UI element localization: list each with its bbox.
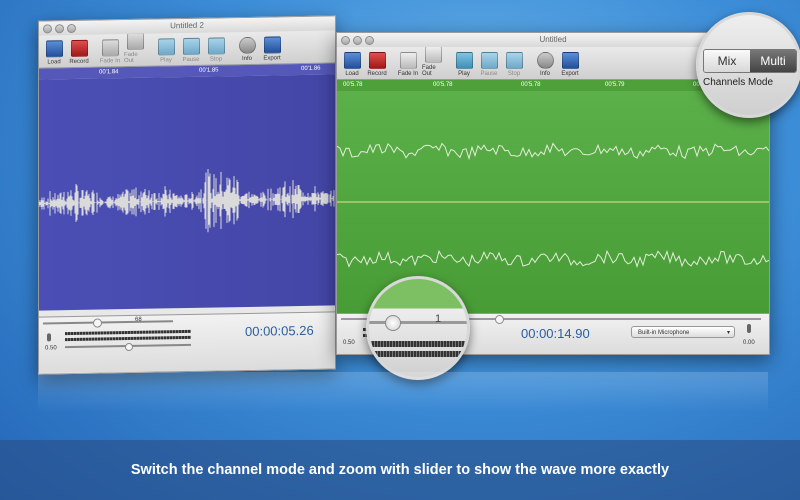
window-title: Untitled 2 <box>170 20 204 31</box>
export-icon <box>263 36 281 54</box>
export-icon <box>561 52 579 69</box>
stop-icon <box>207 37 225 55</box>
caption-text: Switch the channel mode and zoom with sl… <box>130 462 670 478</box>
zoom-slider-magnifier: 1 <box>366 276 470 380</box>
load-button[interactable]: Load <box>43 40 65 67</box>
load-button[interactable]: Load <box>341 52 363 79</box>
window-reflection <box>38 372 768 412</box>
play-icon <box>157 38 175 56</box>
ruler-tick: 00'5.78 <box>433 82 453 88</box>
zoom-slider[interactable] <box>43 320 173 325</box>
time-display: 00:00:05.26 <box>245 322 314 339</box>
fade-in-button[interactable]: Fade In <box>99 39 121 66</box>
stop-button[interactable]: Stop <box>205 37 227 64</box>
magnified-slider-value: 1 <box>435 313 442 325</box>
waveform-icon <box>45 40 63 58</box>
waveform-view[interactable] <box>39 74 335 311</box>
fade-in-icon <box>399 52 417 69</box>
fade-out-icon <box>424 46 442 63</box>
magnified-slider-knob[interactable] <box>385 315 401 331</box>
input-device-select[interactable]: Built-in Microphone ▾ <box>631 326 735 338</box>
mix-button[interactable]: Mix <box>704 50 750 72</box>
ruler-tick: 00'1.86 <box>301 65 321 73</box>
ruler-tick: 00'5.78 <box>521 82 541 88</box>
chevron-down-icon: ▾ <box>726 330 730 336</box>
volume-value: 0.50 <box>45 345 57 352</box>
fade-in-icon <box>101 39 119 57</box>
multi-button[interactable]: Multi <box>750 50 796 72</box>
zoom-value: 68 <box>135 316 142 323</box>
microphone-icon <box>47 333 51 342</box>
channels-mode-label: Channels Mode <box>703 77 774 88</box>
zoom-slider-knob[interactable] <box>93 318 102 328</box>
microphone-icon <box>747 324 751 333</box>
waveform <box>39 169 335 233</box>
waveform-icon <box>343 52 361 69</box>
magnified-slider-track <box>369 321 467 324</box>
ruler-tick: 00'5.78 <box>343 82 363 88</box>
time-display: 00:00:14.90 <box>521 326 590 341</box>
magnified-level-meter <box>369 351 467 357</box>
info-button[interactable]: Info <box>534 52 556 79</box>
export-button[interactable]: Export <box>261 36 283 63</box>
play-button[interactable]: Play <box>155 38 177 65</box>
bottom-bar: 68 0.50 00:00:05.26 <box>39 311 335 374</box>
stop-icon <box>505 52 523 69</box>
level-value: 0.00 <box>743 340 755 346</box>
record-button[interactable]: Record <box>68 39 90 67</box>
window-left: Untitled 2 Load Record Fade In Fade Out … <box>38 15 336 375</box>
stop-button[interactable]: Stop <box>503 52 525 79</box>
input-device-label: Built-in Microphone <box>638 330 690 336</box>
magnified-level-meter <box>369 341 467 347</box>
caption-bar: Switch the channel mode and zoom with sl… <box>0 440 800 500</box>
pause-button[interactable]: Pause <box>478 52 500 79</box>
export-button[interactable]: Export <box>559 52 581 79</box>
ruler-tick: 00'1.84 <box>99 69 119 76</box>
volume-value: 0.50 <box>343 340 355 346</box>
info-icon <box>238 36 256 55</box>
info-button[interactable]: Info <box>236 36 258 64</box>
play-button[interactable]: Play <box>453 52 475 79</box>
level-meter-left <box>65 329 191 336</box>
fade-out-button[interactable]: Fade Out <box>422 46 444 79</box>
record-icon <box>70 39 88 58</box>
ruler-tick: 00'5.79 <box>605 82 625 88</box>
record-button[interactable]: Record <box>366 52 388 79</box>
fade-out-icon <box>126 32 144 51</box>
fade-out-button[interactable]: Fade Out <box>124 32 146 66</box>
play-icon <box>455 52 473 69</box>
zoom-slider-knob[interactable] <box>495 315 504 324</box>
record-icon <box>368 52 386 69</box>
volume-slider-knob[interactable] <box>125 342 133 352</box>
pause-icon <box>182 37 200 56</box>
channels-mode-magnifier: Mix Multi Channels Mode <box>696 12 800 118</box>
info-icon <box>536 52 554 69</box>
toolbar: Load Record Fade In Fade Out Play Pause … <box>39 30 335 69</box>
level-meter-right <box>65 335 191 342</box>
pause-icon <box>480 52 498 69</box>
fade-in-button[interactable]: Fade In <box>397 52 419 79</box>
channels-mode-control: Mix Multi <box>703 49 797 73</box>
ruler-tick: 00'1.85 <box>199 67 219 74</box>
pause-button[interactable]: Pause <box>180 37 202 65</box>
